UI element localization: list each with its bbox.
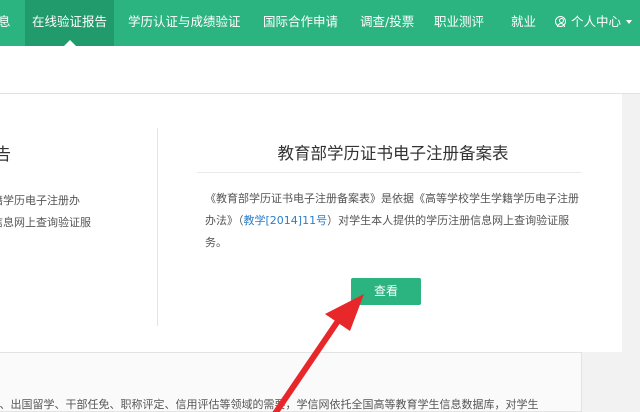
sub-header-bar <box>0 46 640 94</box>
regulation-link[interactable]: 教学[2014]11号 <box>244 214 328 227</box>
nav-item-intl-cooperation[interactable]: 国际合作申请 <box>263 0 338 46</box>
nav-item-label: 在线验证报告 <box>32 14 108 29</box>
top-nav: 息 在线验证报告 学历认证与成绩验证 国际合作申请 调查/投票 职业测评 就业 … <box>0 0 640 46</box>
left-card-line-1: 籍学历电子注册办 <box>0 194 80 207</box>
view-button[interactable]: 查看 <box>351 278 421 305</box>
chevron-down-icon <box>626 20 633 24</box>
nav-item-degree-verification[interactable]: 学历认证与成绩验证 <box>128 0 241 46</box>
nav-item-career-test[interactable]: 职业测评 <box>434 0 484 46</box>
info-panel-text: ）、出国留学、干部任免、职称评定、信用评估等领域的需要，学信网依托全国高等教育学… <box>0 398 539 411</box>
right-card-description: 《教育部学历证书电子注册备案表》是依据《高等学校学生学籍学历电子注册办法》（教学… <box>205 188 583 254</box>
user-center-label: 个人中心 <box>571 14 622 29</box>
nav-item-employment[interactable]: 就业 <box>511 0 536 46</box>
user-icon <box>555 16 566 27</box>
right-card-title: 教育部学历证书电子注册备案表 <box>277 144 509 163</box>
left-card-line-2: 信息网上查询验证服 <box>0 216 91 229</box>
user-center-menu[interactable]: 个人中心 <box>555 0 633 46</box>
card-divider <box>157 128 158 326</box>
title-divider <box>197 172 581 173</box>
left-card-title: 告 <box>0 145 11 165</box>
nav-item-info[interactable]: 息 <box>0 0 11 46</box>
nav-item-online-report[interactable]: 在线验证报告 <box>25 0 115 46</box>
nav-item-survey-vote[interactable]: 调查/投票 <box>360 0 414 46</box>
